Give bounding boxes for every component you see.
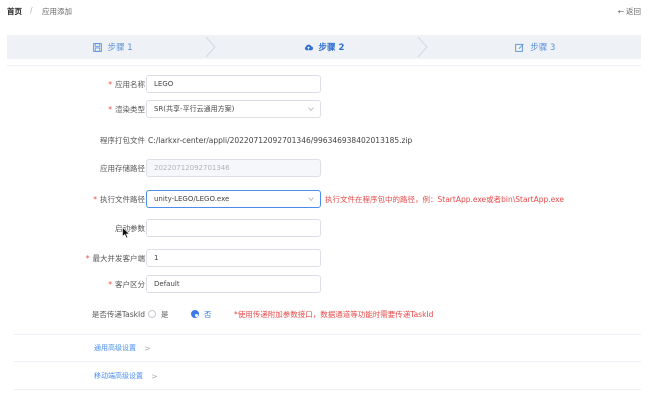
mobile-advanced-settings[interactable]: 移动端高级设置 > — [94, 371, 158, 381]
step-bar: 步骤 1 步骤 2 步骤 3 — [7, 35, 641, 59]
general-advanced-settings[interactable]: 通用高级设置 > — [94, 343, 151, 353]
edit-icon — [515, 43, 524, 52]
mouse-cursor-icon — [122, 227, 131, 239]
package-file-label: 程序打包文件 — [100, 135, 145, 145]
exec-path-hint: 执行文件在程序包中的路径，例：StartApp.exe或者bin\StartAp… — [325, 194, 564, 204]
divider — [7, 65, 641, 66]
step-2-label: 步骤 2 — [318, 43, 345, 53]
storage-path-input: 20220712092701346 — [146, 159, 321, 177]
save-icon — [92, 42, 102, 52]
launch-params-input[interactable] — [146, 219, 321, 237]
exec-path-label: * 执行文件路径 — [93, 194, 145, 204]
chevron-down-icon — [308, 197, 314, 202]
render-type-row: * 渲染类型 SR(共享-平行云通用方案) — [7, 100, 641, 118]
client-zone-label: * 客户区分 — [108, 279, 145, 289]
section-divider — [14, 389, 641, 390]
step-3[interactable]: 步骤 3 — [430, 35, 641, 59]
task-id-row: 是否传递TaskId 是 否 *使用传递附加参数接口，数据通道等功能时需要传递T… — [7, 305, 641, 323]
render-type-label: * 渲染类型 — [108, 104, 145, 114]
section-divider — [14, 361, 641, 362]
step-separator-chevron-icon — [205, 36, 217, 58]
exec-path-row: * 执行文件路径 unity-LEGO/LEGO.exe 执行文件在程序包中的路径… — [7, 190, 641, 208]
client-zone-input[interactable]: Default — [146, 275, 321, 293]
package-file-value: C:/larkxr-center/appli/20220712092701346… — [148, 135, 413, 145]
step-separator-chevron-icon — [417, 36, 428, 58]
app-name-label: * 应用名称 — [108, 79, 145, 89]
cloud-upload-icon — [304, 44, 313, 50]
step-3-label: 步骤 3 — [530, 43, 556, 53]
radio-checked-icon — [191, 310, 199, 318]
chevron-right-icon: > — [144, 343, 151, 353]
app-name-input[interactable]: LEGO — [146, 75, 321, 93]
back-label: 返回 — [626, 7, 641, 16]
render-type-select[interactable]: SR(共享-平行云通用方案) — [146, 100, 321, 118]
exec-path-select[interactable]: unity-LEGO/LEGO.exe — [146, 190, 321, 208]
max-clients-row: * 最大并发客户端 1 — [7, 249, 641, 267]
step-1-label: 步骤 1 — [107, 43, 133, 53]
max-clients-input[interactable]: 1 — [146, 249, 321, 267]
task-id-no-radio[interactable]: 否 — [191, 309, 212, 320]
storage-path-label: 应用存储路径 — [100, 163, 145, 173]
step-2[interactable]: 步骤 2 — [218, 35, 429, 59]
package-file-row: 程序打包文件 C:/larkxr-center/appli/2022071209… — [7, 131, 641, 149]
chevron-right-icon: > — [151, 371, 158, 381]
radio-unchecked-icon — [148, 310, 156, 318]
step-1[interactable]: 步骤 1 — [7, 35, 218, 59]
chevron-down-icon — [308, 107, 314, 112]
task-id-hint: *使用传递附加参数接口，数据通道等功能时需要传递TaskId — [234, 309, 434, 319]
max-clients-label: * 最大并发客户端 — [85, 253, 145, 263]
launch-params-row: 启动参数 — [7, 219, 641, 237]
app-name-row: * 应用名称 LEGO — [7, 75, 641, 93]
storage-path-row: 应用存储路径 20220712092701346 — [7, 159, 641, 177]
client-zone-row: * 客户区分 Default — [7, 275, 641, 293]
task-id-yes-radio[interactable]: 是 — [148, 309, 169, 320]
back-arrow-icon: ← — [617, 7, 624, 16]
breadcrumb-current: 应用添加 — [42, 7, 72, 16]
form-panel: 步骤 1 步骤 2 步骤 3 * 应用名称 LEGO * 渲染类型 SR(共享-… — [7, 24, 641, 395]
task-id-label: 是否传递TaskId — [91, 309, 145, 319]
top-bar: 首页 / 应用添加 ← 返回 — [0, 0, 650, 24]
breadcrumb-separator: / — [30, 6, 33, 15]
section-divider — [14, 334, 641, 335]
breadcrumb-home[interactable]: 首页 — [7, 6, 22, 17]
back-button[interactable]: ← 返回 — [618, 6, 641, 17]
